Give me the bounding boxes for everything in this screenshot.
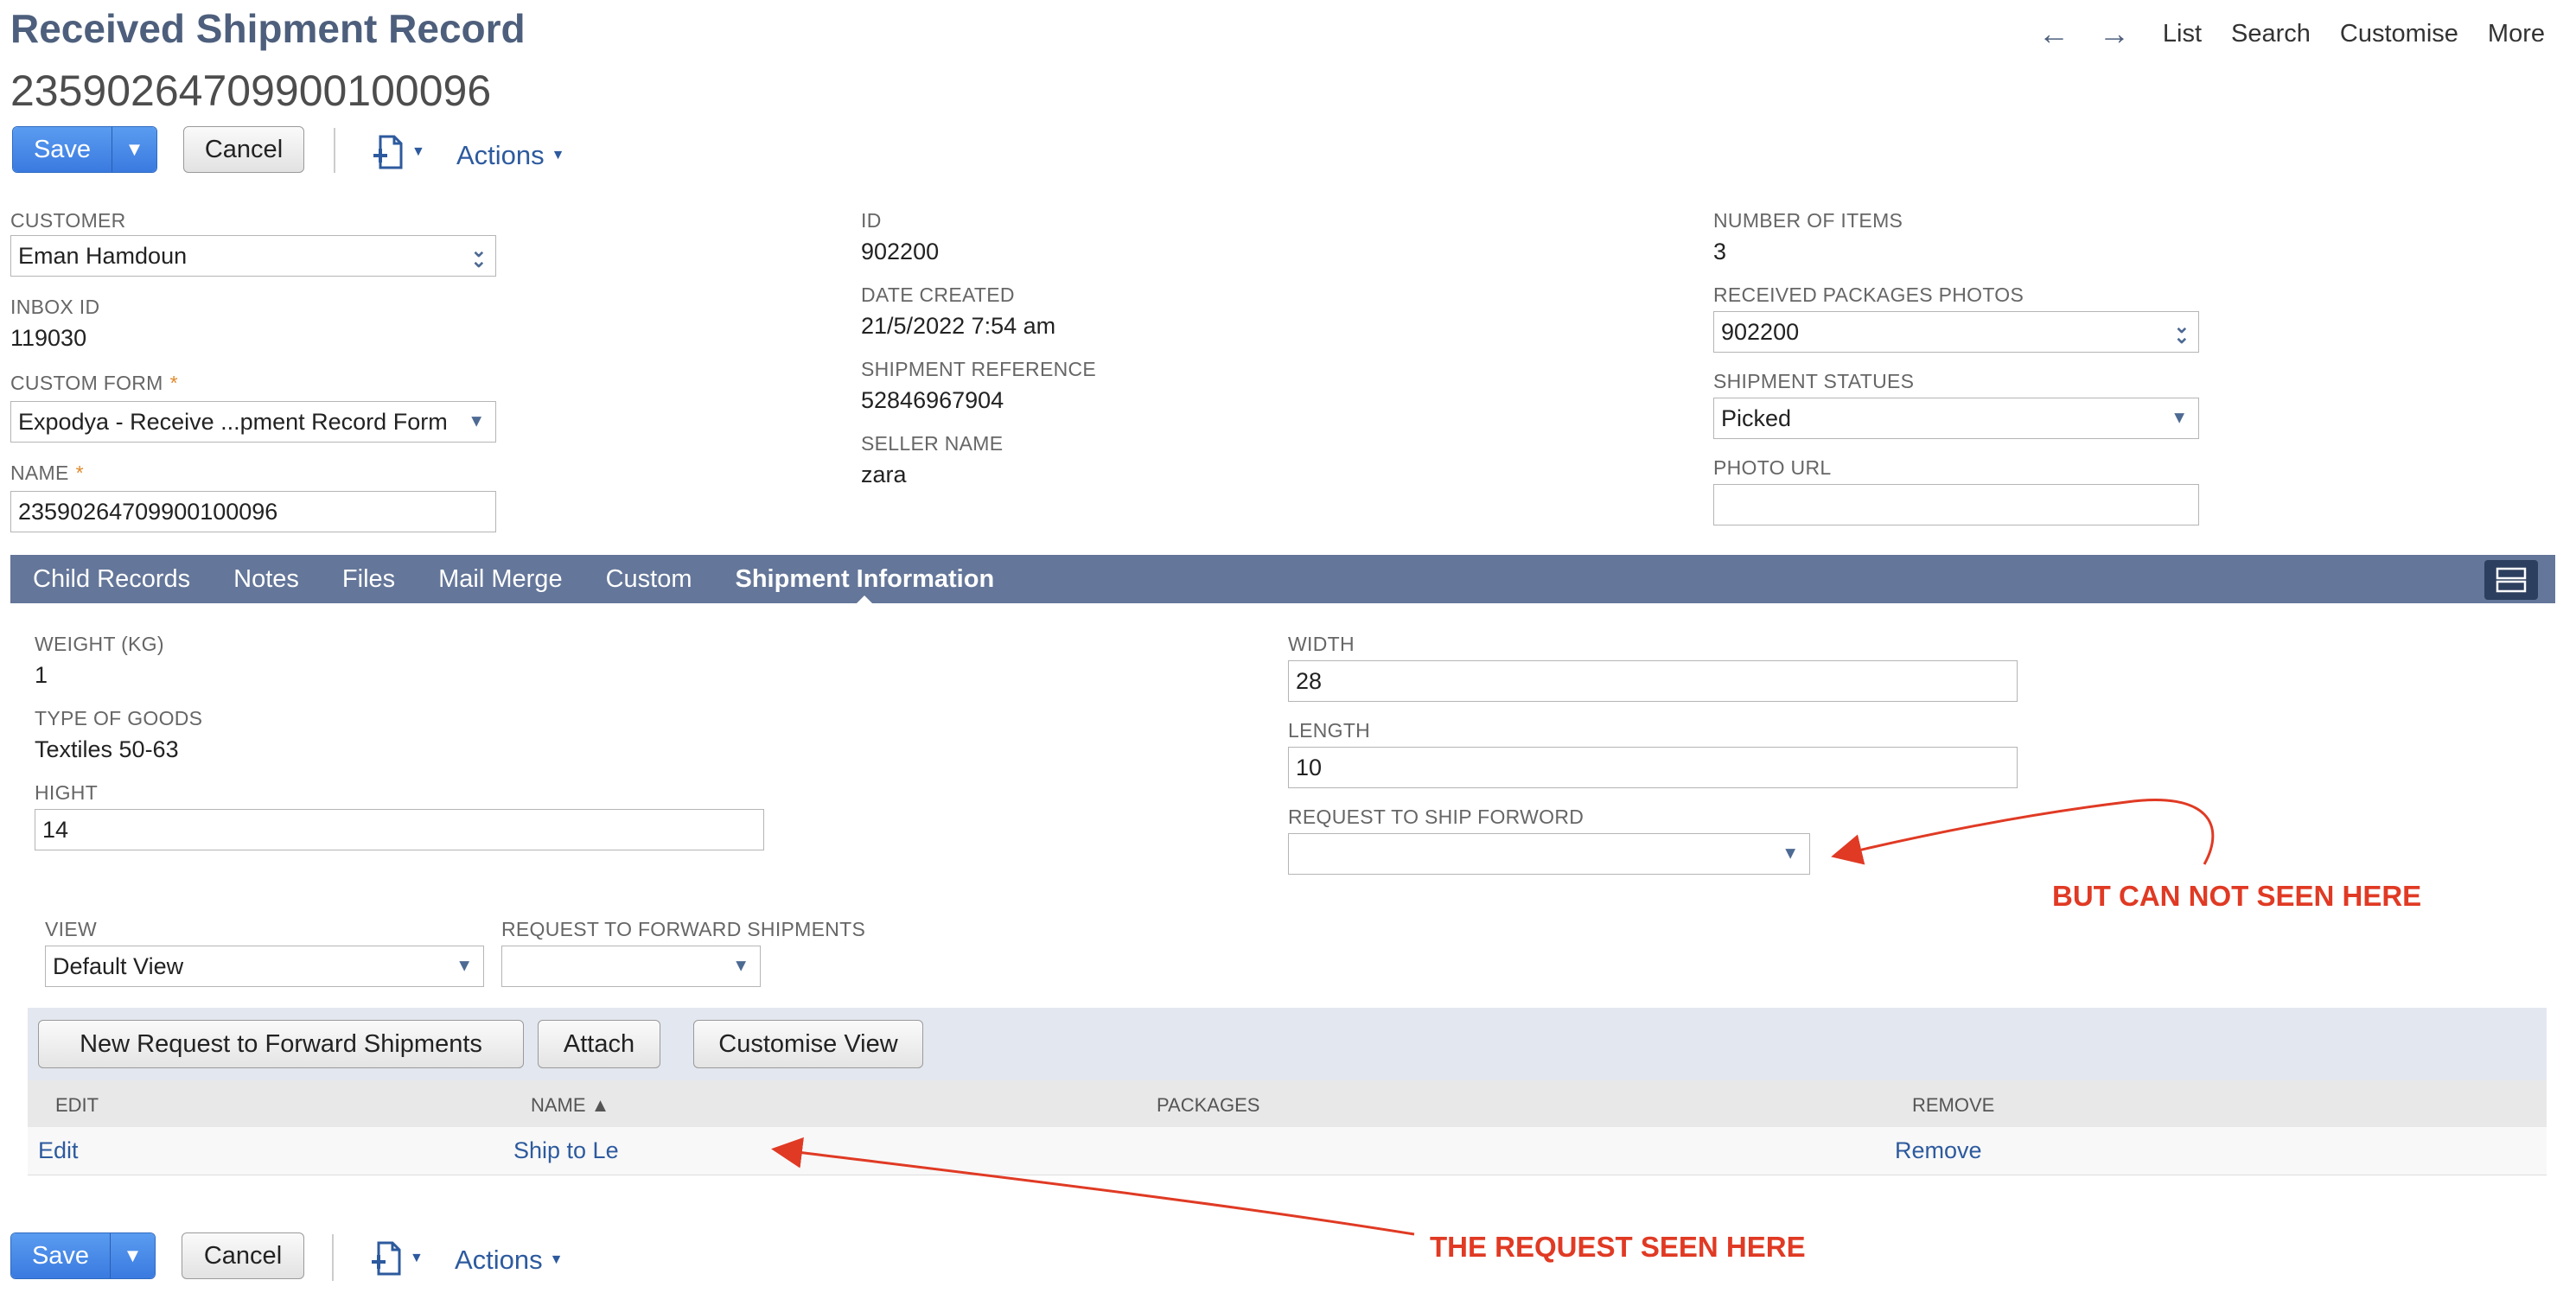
annotation-arrow-bottom [771,1137,1415,1236]
annotation-top-text: BUT CAN NOT SEEN HERE [2052,880,2422,912]
annotation-arrow-top [1831,799,2215,865]
annotation-bottom-text: THE REQUEST SEEN HERE [1430,1231,1806,1263]
annotation-arrows [771,799,2215,1236]
